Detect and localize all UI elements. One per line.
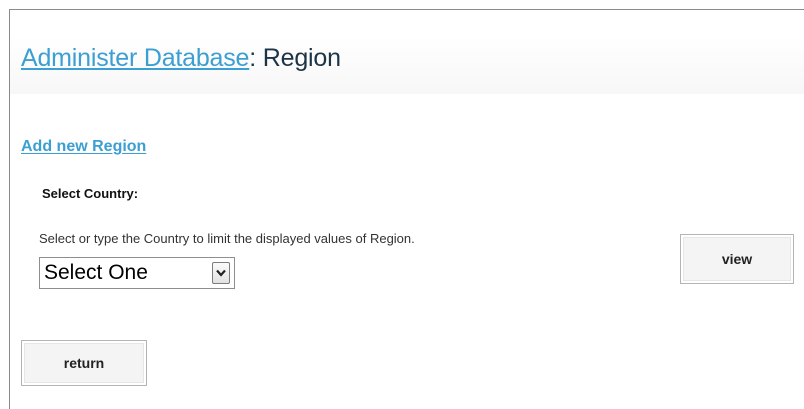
administer-database-link[interactable]: Administer Database — [21, 44, 249, 72]
page-title: Administer Database: Region — [21, 44, 341, 73]
add-new-region-link[interactable]: Add new Region — [21, 138, 146, 156]
country-select[interactable]: Select One — [39, 257, 235, 289]
chevron-down-icon[interactable] — [212, 262, 230, 284]
return-button[interactable]: return — [21, 340, 147, 386]
view-button[interactable]: view — [680, 234, 794, 284]
country-select-value: Select One — [44, 261, 148, 284]
filter-help-text: Select or type the Country to limit the … — [39, 231, 415, 246]
title-suffix: Region — [256, 44, 341, 72]
page-frame: Administer Database: Region Add new Regi… — [9, 9, 804, 409]
title-separator: : — [249, 44, 257, 72]
select-country-label: Select Country: — [42, 186, 139, 201]
